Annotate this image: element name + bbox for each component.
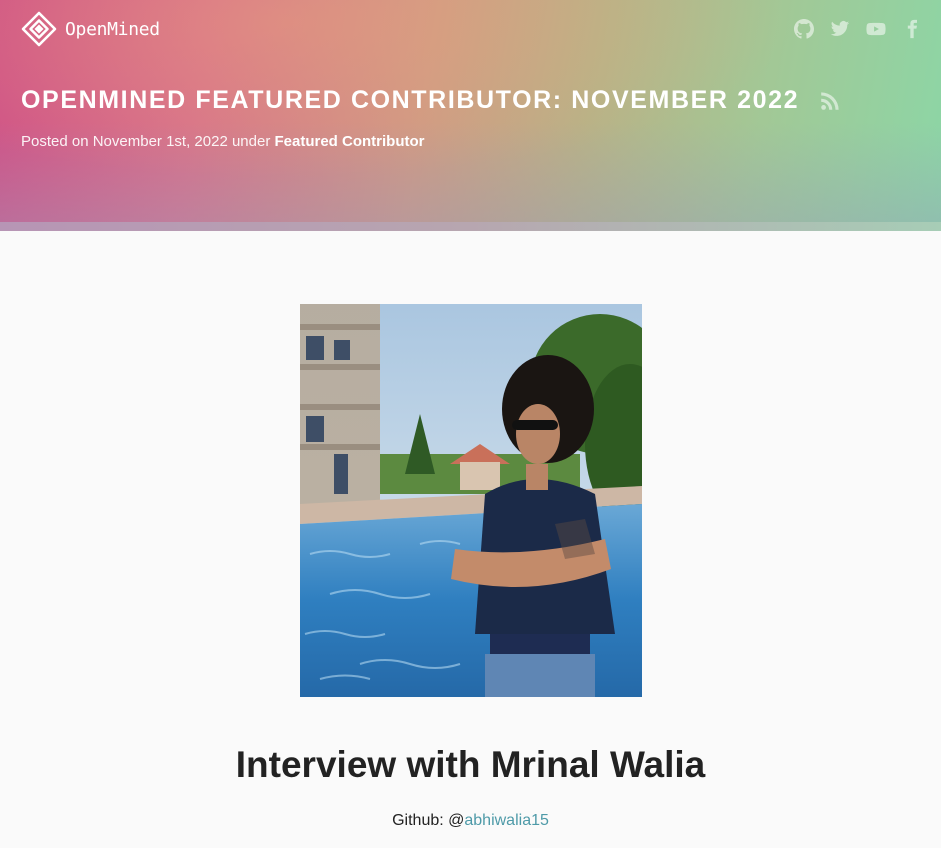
twitter-icon[interactable] <box>829 18 851 40</box>
social-links <box>793 18 923 40</box>
contributor-photo <box>300 304 642 697</box>
header-bottom-strip <box>0 222 941 231</box>
interview-heading: Interview with Mrinal Walia <box>235 744 706 785</box>
post-title: OPENMINED FEATURED CONTRIBUTOR: NOVEMBER… <box>21 86 800 114</box>
post-date-text: Posted on November 1st, 2022 under <box>21 133 275 150</box>
github-label: Github: @ <box>392 812 465 829</box>
brand-home-link[interactable]: OpenMined <box>21 11 160 47</box>
github-line: Github: @abhiwalia15 <box>0 812 941 830</box>
facebook-icon[interactable] <box>901 18 923 40</box>
openmined-logo-icon <box>21 11 57 47</box>
post-header: OpenMined OPENMINED FEATURED CONTRIBUTOR… <box>0 0 941 222</box>
post-meta: Posted on November 1st, 2022 under Featu… <box>21 133 425 150</box>
github-icon[interactable] <box>793 18 815 40</box>
rss-icon[interactable] <box>819 90 841 112</box>
brand-name: OpenMined <box>65 18 160 40</box>
youtube-icon[interactable] <box>865 18 887 40</box>
category-link[interactable]: Featured Contributor <box>275 133 425 150</box>
github-handle-link[interactable]: abhiwalia15 <box>464 812 549 829</box>
post-title-row: OPENMINED FEATURED CONTRIBUTOR: NOVEMBER… <box>21 86 841 115</box>
